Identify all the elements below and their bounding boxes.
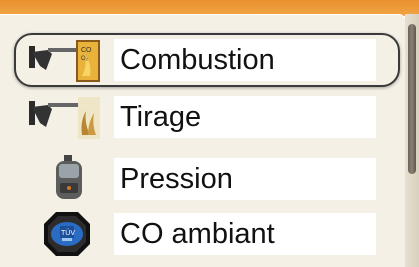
menu-item-combustion[interactable]: CO O₂ Combustion	[14, 33, 402, 87]
instrument-screen: CO O₂ Combustion Tirage Pression TÜV CO …	[0, 0, 419, 267]
label-box: CO ambiant	[114, 213, 376, 255]
menu-item-label: Combustion	[120, 43, 275, 76]
label-box: Combustion	[114, 39, 376, 81]
scrollbar-thumb[interactable]	[408, 24, 416, 174]
svg-text:O₂: O₂	[81, 56, 89, 62]
scrollbar[interactable]	[405, 14, 419, 267]
combustion-probe-icon: CO O₂	[26, 36, 106, 84]
menu-item-label: Pression	[120, 162, 233, 195]
menu-item-label: Tirage	[120, 100, 202, 133]
svg-text:CO: CO	[81, 47, 92, 54]
label-box: Tirage	[114, 96, 376, 138]
menu-item-co-ambiant[interactable]: TÜV CO ambiant	[14, 207, 402, 261]
label-box: Pression	[114, 158, 376, 200]
pressure-instrument-icon	[26, 155, 106, 203]
menu-item-tirage[interactable]: Tirage	[14, 90, 402, 144]
svg-text:TÜV: TÜV	[61, 229, 75, 237]
menu-item-pression[interactable]: Pression	[14, 152, 402, 206]
draft-probe-icon	[26, 93, 106, 141]
tuv-co-meter-icon: TÜV	[26, 210, 106, 258]
menu-item-label: CO ambiant	[120, 217, 275, 250]
